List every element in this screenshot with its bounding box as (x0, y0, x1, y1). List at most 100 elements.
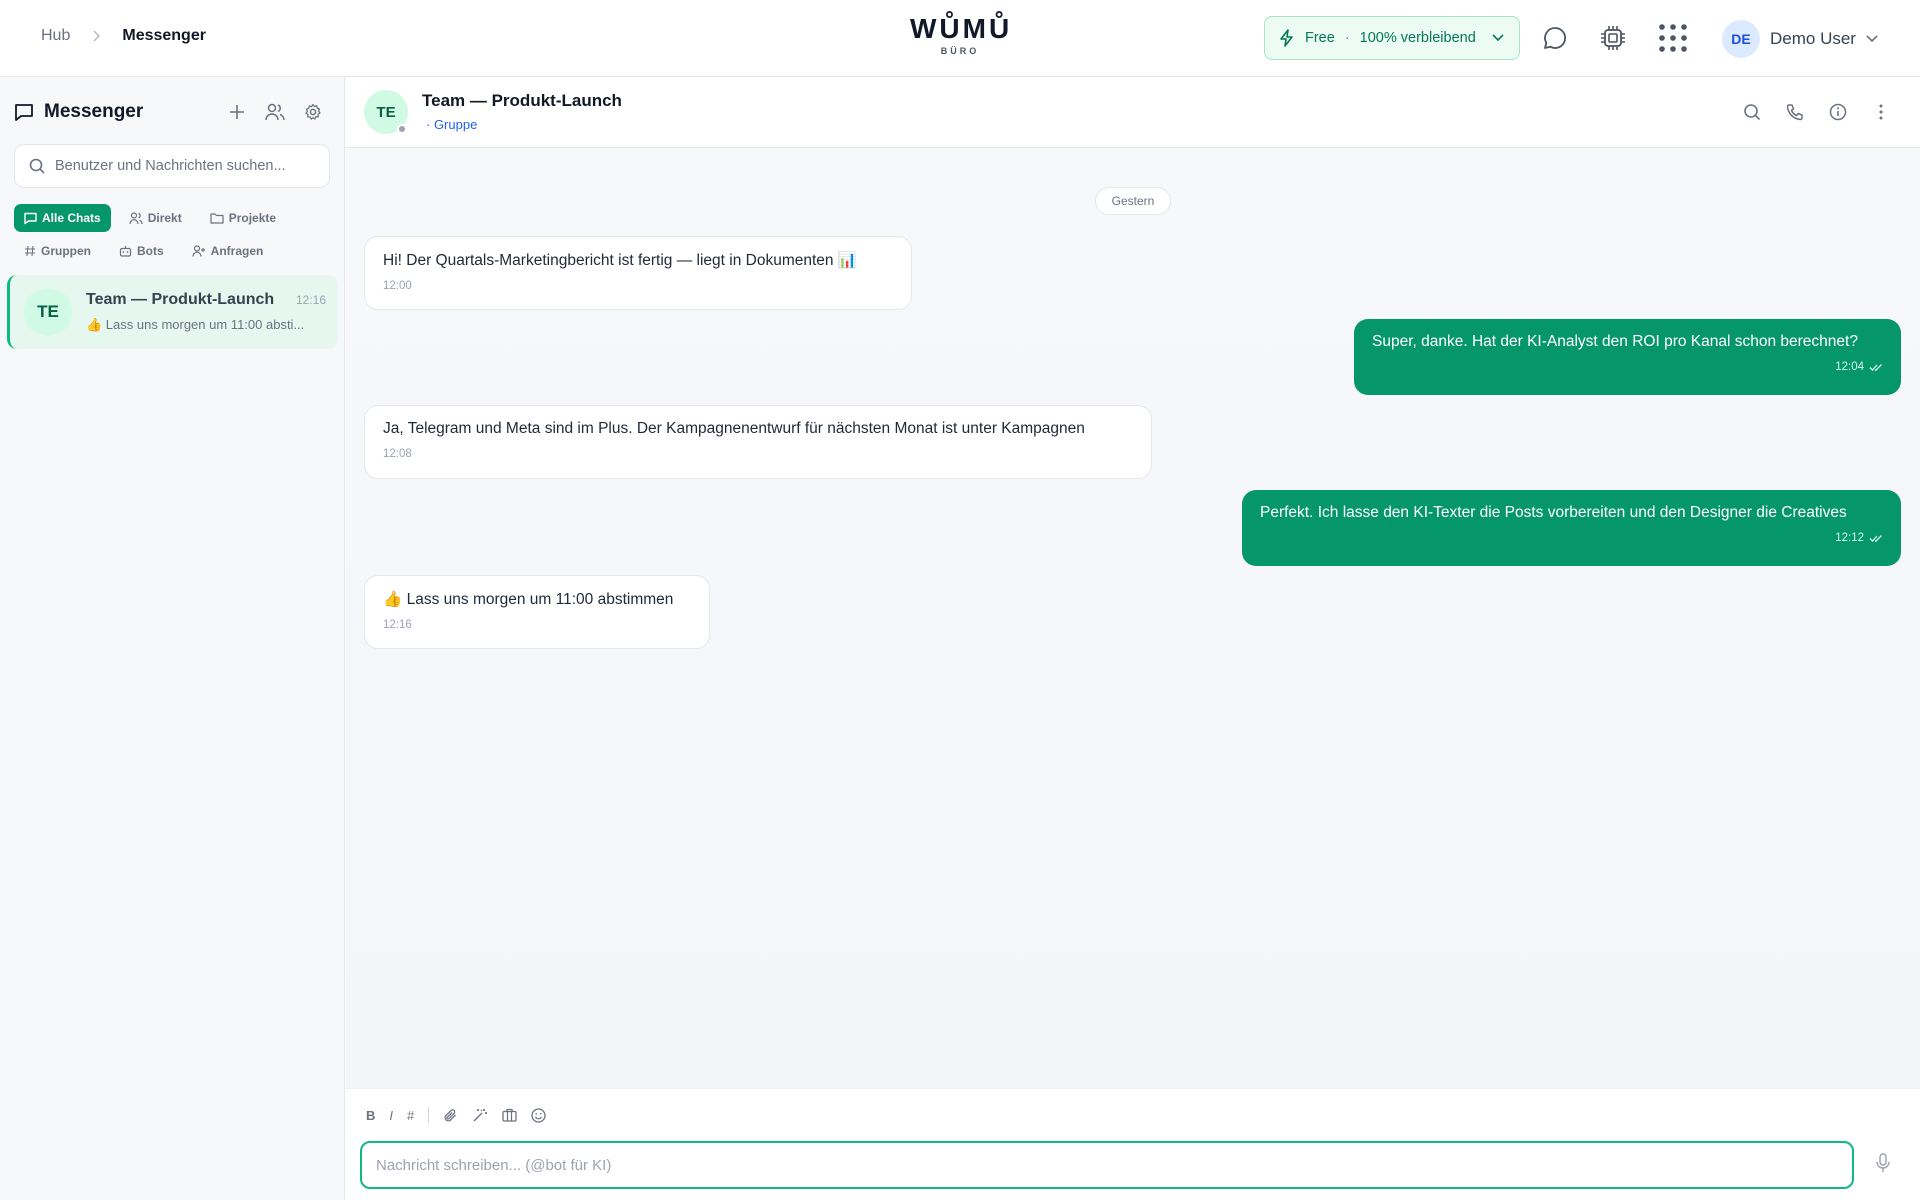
filter-row-1: Alle Chats Direkt Projekte (14, 204, 286, 232)
chat-title: Team — Produkt-Launch (422, 91, 622, 110)
sidebar-title: Messenger (44, 101, 144, 122)
chat-info-button[interactable] (1825, 99, 1851, 125)
breadcrumb-hub[interactable]: Hub (41, 27, 70, 45)
plan-remaining: 100% verbleibend (1359, 30, 1476, 46)
plan-usage-button[interactable]: Free · 100% verbleibend (1264, 16, 1520, 60)
chat-list-item-preview: 👍 Lass uns morgen um 11:00 absti... (86, 317, 305, 332)
status-indicator (397, 124, 407, 134)
chat-search-box[interactable] (14, 144, 330, 188)
message-time: 12:00 (383, 280, 412, 292)
message-time: 12:08 (383, 448, 412, 460)
hashtag-button[interactable]: # (407, 1108, 414, 1123)
users-icon (265, 103, 285, 121)
more-options-button[interactable] (1868, 99, 1894, 125)
ai-magic-button[interactable] (472, 1107, 488, 1123)
filter-all-chats[interactable]: Alle Chats (14, 204, 111, 232)
cpu-icon (1600, 25, 1626, 51)
formatting-toolbar: B I # (366, 1107, 546, 1123)
chat-list-item-time: 12:16 (295, 293, 326, 307)
filter-label: Anfragen (210, 244, 264, 258)
message-incoming[interactable]: Ja, Telegram und Meta sind im Plus. Der … (364, 405, 1152, 479)
plan-separator: · (1344, 30, 1350, 46)
chat-subtitle: · Gruppe (426, 117, 478, 132)
plan-tier: Free (1305, 30, 1335, 46)
breadcrumb-current: Messenger (122, 27, 206, 44)
attach-button[interactable] (443, 1108, 458, 1123)
briefcase-icon (502, 1108, 517, 1122)
filter-row-2: Gruppen Bots Anfragen (14, 237, 273, 265)
chat-header: TE Team — Produkt-Launch · Gruppe (346, 77, 1920, 148)
messages-button[interactable] (1540, 23, 1570, 53)
search-icon (29, 158, 45, 174)
message-meta: 12:04 (1372, 361, 1883, 373)
filter-groups[interactable]: Gruppen (14, 237, 101, 265)
message-incoming[interactable]: 👍 Lass uns morgen um 11:00 abstimmen 12:… (364, 575, 710, 649)
message-time: 12:04 (1835, 361, 1864, 373)
info-icon (1829, 103, 1847, 121)
top-bar: Hub Messenger WŮMŮ BÜRO Free · 100% verb… (0, 0, 1920, 77)
plus-icon (229, 104, 245, 120)
user-menu[interactable]: DE Demo User (1722, 20, 1878, 58)
avatar: DE (1722, 20, 1760, 58)
bot-icon (119, 245, 132, 257)
chat-list-item[interactable]: TE Team — Produkt-Launch 12:16 👍 Lass un… (7, 275, 338, 349)
message-input[interactable] (376, 1156, 1826, 1174)
italic-button[interactable]: I (389, 1108, 393, 1123)
folder-icon (210, 212, 224, 224)
filter-projects[interactable]: Projekte (200, 204, 286, 232)
grid-icon (1658, 23, 1688, 53)
messenger-settings-button[interactable] (300, 99, 326, 125)
filter-direct[interactable]: Direkt (119, 204, 192, 232)
template-button[interactable] (502, 1108, 517, 1122)
logo-main: WŮMŮ (910, 13, 1013, 44)
chat-search-button[interactable] (1739, 99, 1765, 125)
chevron-right-icon (92, 30, 101, 42)
contacts-button[interactable] (262, 99, 288, 125)
message-outgoing[interactable]: Super, danke. Hat der KI-Analyst den ROI… (1354, 319, 1901, 395)
filter-bots[interactable]: Bots (109, 237, 174, 265)
bolt-icon (1279, 29, 1295, 47)
chevron-down-icon (1492, 34, 1504, 42)
date-divider: Gestern (1095, 187, 1171, 215)
message-text: Ja, Telegram und Meta sind im Plus. Der … (383, 420, 1085, 437)
phone-icon (1786, 103, 1804, 121)
new-chat-button[interactable] (224, 99, 250, 125)
chat-search-input[interactable] (55, 158, 315, 174)
search-icon (1743, 103, 1761, 121)
voice-message-button[interactable] (1876, 1153, 1890, 1173)
logo[interactable]: WŮMŮ BÜRO (910, 13, 1013, 57)
emoji-button[interactable] (531, 1107, 546, 1123)
sidebar: Messenger Alle Chats D (0, 77, 345, 1200)
sidebar-header: Messenger (14, 101, 143, 123)
apps-button[interactable] (1658, 23, 1688, 53)
user-plus-icon (192, 245, 206, 257)
toolbar-divider (428, 1107, 430, 1123)
bold-button[interactable]: B (366, 1108, 375, 1123)
message-outgoing[interactable]: Perfekt. Ich lasse den KI-Texter die Pos… (1242, 490, 1901, 566)
message-text: 👍 Lass uns morgen um 11:00 abstimmen (383, 591, 674, 608)
double-check-icon (1869, 534, 1883, 543)
message-composer: B I # (346, 1088, 1920, 1200)
message-square-icon (14, 102, 34, 122)
filter-label: Bots (137, 244, 164, 258)
avatar: TE (24, 288, 72, 336)
ai-chip-button[interactable] (1598, 23, 1628, 53)
filter-label: Gruppen (41, 244, 91, 258)
gear-icon (304, 103, 322, 121)
chat-bubble-icon (1542, 25, 1568, 51)
chat-list-item-name: Team — Produkt-Launch (86, 291, 275, 308)
message-text: Super, danke. Hat der KI-Analyst den ROI… (1372, 333, 1858, 350)
message-text: Hi! Der Quartals-Marketingbericht ist fe… (383, 252, 858, 269)
message-text: Perfekt. Ich lasse den KI-Texter die Pos… (1260, 504, 1847, 521)
call-button[interactable] (1782, 99, 1808, 125)
filter-requests[interactable]: Anfragen (182, 237, 274, 265)
hash-icon (24, 245, 36, 257)
more-vertical-icon (1878, 103, 1884, 121)
filter-label: Alle Chats (42, 211, 101, 225)
message-list[interactable]: Gestern Hi! Der Quartals-Marketingberich… (346, 148, 1920, 1088)
microphone-icon (1876, 1153, 1890, 1173)
message-input-box[interactable] (360, 1141, 1854, 1189)
message-incoming[interactable]: Hi! Der Quartals-Marketingbericht ist fe… (364, 236, 912, 310)
user-name: Demo User (1770, 29, 1856, 48)
paperclip-icon (443, 1108, 458, 1123)
